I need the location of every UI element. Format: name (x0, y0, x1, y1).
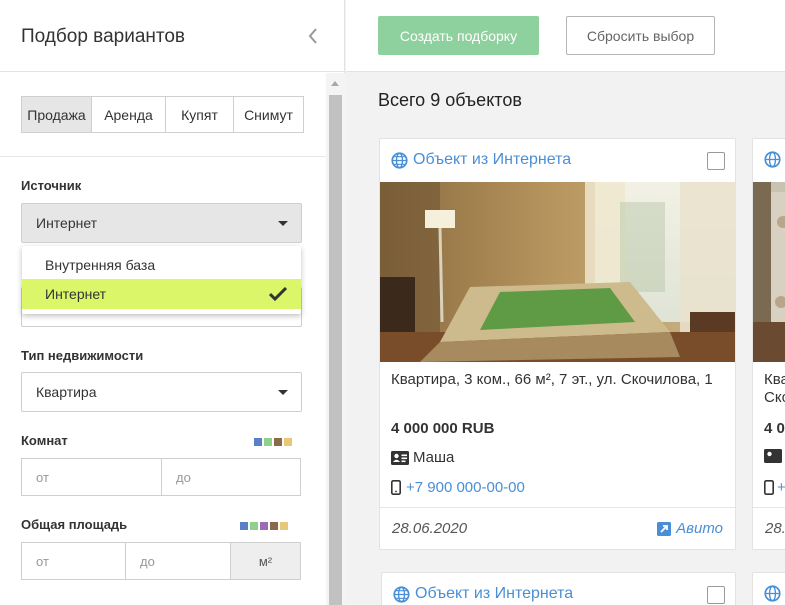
listing-card[interactable]: Объект из Интернета (379, 138, 736, 550)
scrollbar-thumb[interactable] (329, 95, 342, 605)
swatch[interactable] (260, 522, 268, 530)
swatch[interactable] (274, 438, 282, 446)
source-label: Источник (21, 178, 82, 193)
listing-address: КваСко (764, 371, 785, 406)
card-source (764, 151, 785, 168)
card-select-checkbox[interactable] (707, 152, 725, 170)
source-select-value: Интернет (36, 215, 98, 231)
area-color-swatches (240, 522, 288, 530)
scroll-up-icon[interactable] (331, 81, 339, 86)
listing-price: 4 000 000 RUB (391, 420, 495, 437)
results-count: Всего 9 объектов (378, 90, 522, 110)
listing-card[interactable]: КваСко 4 0 + 28. (752, 138, 785, 550)
sidebar-scroll-area: Продажа Аренда Купят Снимут Источник Инт… (0, 73, 326, 605)
create-selection-button[interactable]: Создать подборку (378, 16, 539, 55)
caret-down-icon (278, 390, 288, 395)
divider (0, 156, 326, 157)
area-to-input[interactable]: до (125, 543, 230, 579)
swatch[interactable] (284, 438, 292, 446)
listing-date: 28. (765, 520, 785, 537)
listing-card[interactable] (752, 572, 785, 605)
room-photo (753, 182, 785, 362)
results-toolbar: Создать подборку Сбросить выбор (346, 0, 785, 72)
listing-agent (764, 449, 782, 463)
chevron-left-icon[interactable] (304, 26, 324, 46)
card-source: Объект из Интернета (393, 585, 573, 603)
rooms-label: Комнат (21, 433, 68, 448)
property-type-label: Тип недвижимости (21, 348, 144, 363)
external-link-icon (657, 521, 672, 536)
card-source: Объект из Интернета (391, 151, 571, 169)
deal-type-tabs: Продажа Аренда Купят Снимут (21, 96, 304, 133)
globe-icon (764, 585, 781, 602)
source-option-internet[interactable]: Интернет (22, 279, 301, 309)
listing-photo[interactable] (380, 182, 735, 362)
sidebar-title: Подбор вариантов (21, 26, 186, 47)
tab-rent[interactable]: Аренда (91, 96, 166, 133)
listing-agent: Маша (391, 449, 454, 466)
listing-phone[interactable]: + (764, 479, 785, 496)
swatch[interactable] (250, 522, 258, 530)
rooms-color-swatches (254, 438, 292, 446)
checkmark-icon (269, 287, 287, 301)
swatch[interactable] (240, 522, 248, 530)
mobile-phone-icon (391, 480, 401, 495)
mobile-phone-icon (764, 480, 774, 495)
rooms-range: от до (21, 458, 301, 496)
listing-source-link[interactable]: Авито (657, 520, 723, 537)
swatch[interactable] (254, 438, 262, 446)
area-label: Общая площадь (21, 517, 128, 532)
swatch[interactable] (270, 522, 278, 530)
source-dropdown: Внутренняя база Интернет (22, 246, 301, 314)
globe-icon (391, 151, 408, 169)
contact-card-icon (764, 449, 782, 463)
card-footer: 28. (753, 507, 785, 549)
area-range: от до м² (21, 542, 301, 580)
caret-down-icon (278, 221, 288, 226)
listing-date: 28.06.2020 (392, 520, 468, 537)
listing-photo[interactable] (753, 182, 785, 362)
sidebar-scrollbar[interactable] (326, 73, 345, 605)
card-source (764, 585, 785, 602)
property-type-value: Квартира (36, 384, 97, 400)
tab-sale[interactable]: Продажа (21, 96, 92, 133)
bedroom-photo (380, 182, 735, 362)
source-select[interactable]: Интернет (21, 203, 302, 243)
property-type-select[interactable]: Квартира (21, 372, 302, 412)
card-footer: 28.06.2020 Авито (380, 507, 735, 549)
area-unit: м² (230, 543, 300, 579)
rooms-from-input[interactable]: от (22, 459, 161, 495)
area-from-input[interactable]: от (22, 543, 125, 579)
listing-price: 4 0 (764, 420, 785, 437)
source-option-internal[interactable]: Внутренняя база (22, 250, 301, 280)
listing-card[interactable]: Объект из Интернета (381, 572, 736, 605)
tab-buy[interactable]: Купят (165, 96, 234, 133)
swatch[interactable] (280, 522, 288, 530)
card-select-checkbox[interactable] (707, 586, 725, 604)
sidebar-header: Подбор вариантов (0, 0, 345, 72)
tab-will-rent[interactable]: Снимут (233, 96, 304, 133)
rooms-to-input[interactable]: до (161, 459, 300, 495)
contact-card-icon (391, 450, 409, 465)
reset-selection-button[interactable]: Сбросить выбор (566, 16, 715, 55)
listing-phone[interactable]: +7 900 000-00-00 (391, 479, 525, 496)
listing-address: Квартира, 3 ком., 66 м², 7 эт., ул. Скоч… (391, 371, 713, 388)
filter-sidebar: Подбор вариантов Продажа Аренда Купят Сн… (0, 0, 345, 605)
globe-icon (393, 585, 410, 603)
globe-icon (764, 151, 781, 168)
swatch[interactable] (264, 438, 272, 446)
